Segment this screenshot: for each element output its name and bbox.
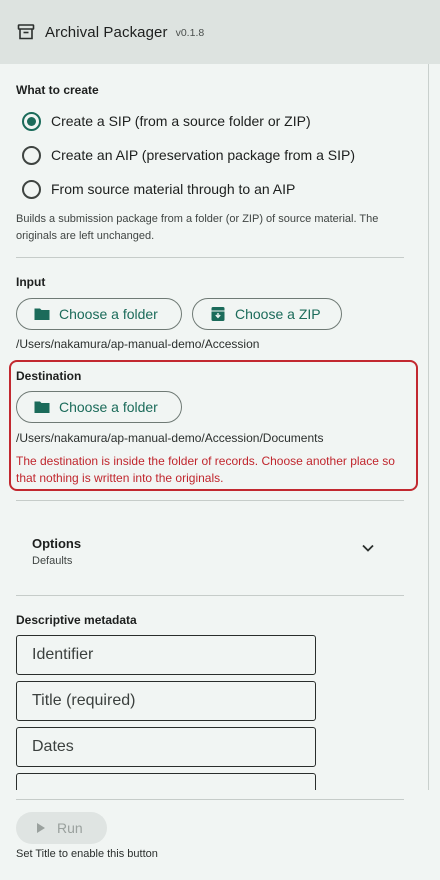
- archive-box-icon: [17, 22, 37, 42]
- radio-label: Create an AIP (preservation package from…: [51, 147, 356, 163]
- options-title: Options: [32, 536, 82, 551]
- identifier-field[interactable]: Identifier: [16, 635, 316, 675]
- divider: [16, 257, 404, 258]
- mode-helper-text: Builds a submission package from a folde…: [16, 213, 379, 242]
- app-header: Archival Packager v0.1.8: [0, 0, 440, 64]
- run-button-label: Run: [57, 820, 83, 836]
- destination-error-message: The destination is inside the folder of …: [16, 454, 395, 485]
- radio-create-aip[interactable]: Create an AIP (preservation package from…: [22, 145, 355, 165]
- radio-source-to-aip[interactable]: From source material through to an AIP: [22, 179, 295, 199]
- metadata-field-partial[interactable]: [16, 773, 316, 790]
- mode-section-title: What to create: [16, 83, 99, 97]
- run-hint-text: Set Title to enable this button: [16, 848, 158, 860]
- chevron-down-icon[interactable]: [360, 540, 376, 556]
- field-placeholder: Dates: [32, 738, 74, 755]
- button-label: Choose a ZIP: [235, 306, 321, 322]
- radio-button[interactable]: [22, 179, 41, 199]
- destination-path: /Users/nakamura/ap-manual-demo/Accession…: [16, 431, 324, 445]
- app-title: Archival Packager: [45, 23, 168, 41]
- radio-label: Create a SIP (from a source folder or ZI…: [51, 113, 311, 129]
- app-version: v0.1.8: [175, 27, 205, 39]
- divider: [16, 595, 404, 596]
- input-section-title: Input: [16, 275, 46, 289]
- zip-archive-icon: [210, 306, 226, 322]
- dates-field[interactable]: Dates: [16, 727, 316, 767]
- radio-create-sip[interactable]: Create a SIP (from a source folder or ZI…: [22, 111, 311, 131]
- input-path: /Users/nakamura/ap-manual-demo/Accession: [16, 337, 260, 351]
- radio-button[interactable]: [22, 145, 41, 165]
- divider: [16, 500, 404, 501]
- button-label: Choose a folder: [59, 306, 158, 322]
- options-subtitle: Defaults: [32, 555, 73, 567]
- footer-divider: [16, 799, 404, 800]
- title-field[interactable]: Title (required): [16, 681, 316, 721]
- vertical-scrollbar[interactable]: [428, 64, 440, 790]
- input-choose-zip-button[interactable]: Choose a ZIP: [192, 298, 342, 330]
- field-placeholder: Identifier: [32, 646, 94, 663]
- run-button[interactable]: Run: [16, 812, 107, 844]
- destination-choose-folder-button[interactable]: Choose a folder: [16, 391, 182, 423]
- main-scroll-area[interactable]: What to create Create a SIP (from a sour…: [0, 64, 440, 790]
- folder-icon: [34, 306, 50, 322]
- destination-section-title: Destination: [16, 369, 82, 383]
- field-placeholder: Title (required): [32, 692, 136, 709]
- radio-button-checked[interactable]: [22, 111, 41, 131]
- radio-label: From source material through to an AIP: [51, 181, 296, 197]
- input-choose-folder-button[interactable]: Choose a folder: [16, 298, 182, 330]
- play-icon: [37, 823, 45, 833]
- folder-icon: [34, 399, 50, 415]
- metadata-section-title: Descriptive metadata: [16, 613, 137, 627]
- button-label: Choose a folder: [59, 399, 158, 415]
